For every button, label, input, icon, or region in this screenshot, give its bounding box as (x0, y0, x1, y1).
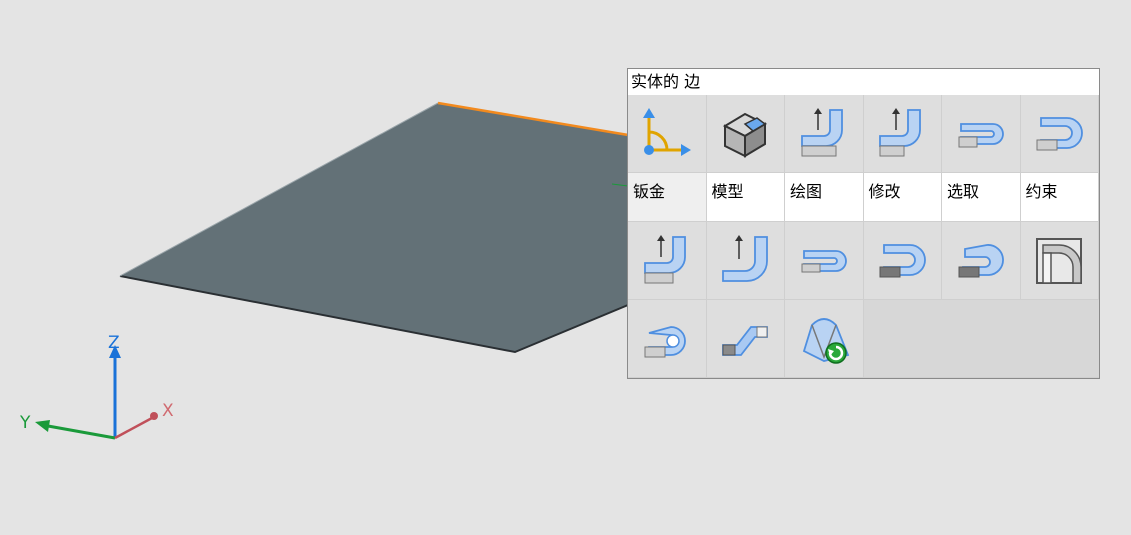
hem-teardrop-icon (958, 243, 1004, 277)
hem-rolled-icon (644, 325, 686, 357)
contour-flange-icon (722, 234, 769, 282)
tab-sheet-metal-icon-cell[interactable] (628, 95, 707, 173)
bend-corner-icon (1036, 237, 1083, 284)
tab-select-icon-cell[interactable] (942, 95, 1021, 173)
tab-constraint-icon-cell[interactable] (1020, 95, 1099, 173)
flange-icon (643, 234, 686, 283)
unfold-icon (802, 317, 849, 364)
panel-title: 实体的 边 (628, 69, 1099, 95)
tool-flange-button[interactable] (628, 222, 707, 300)
hem-constraint-icon (1036, 116, 1084, 150)
tool-jog-button[interactable] (706, 300, 785, 378)
solid-box-icon (723, 112, 768, 158)
tab-modify[interactable]: 修改 (863, 173, 942, 222)
tab-draw[interactable]: 绘图 (785, 173, 864, 222)
ucs-axis-indicator: Z Y X (19, 333, 174, 440)
tool-hem-closed-button[interactable] (863, 222, 942, 300)
tool-hem-rolled-button[interactable] (628, 300, 707, 378)
tab-modify-icon-cell[interactable] (863, 95, 942, 173)
axis-label-y: Y (19, 413, 31, 433)
tool-bend-corner-button[interactable] (1020, 222, 1099, 300)
tool-row-3 (628, 300, 1099, 378)
quad-menu-panel: 实体的 边 钣金 模型 绘图 修改 选取 约束 (627, 68, 1100, 379)
flange-draw-icon (800, 107, 843, 156)
tool-contour-flange-button[interactable] (706, 222, 785, 300)
tab-sheet-metal[interactable]: 钣金 (628, 173, 707, 222)
hem-open-icon (801, 249, 847, 272)
tool-hem-teardrop-button[interactable] (942, 222, 1021, 300)
tool-hem-open-button[interactable] (785, 222, 864, 300)
tool-grid: 钣金 模型 绘图 修改 选取 约束 (628, 95, 1099, 378)
tab-model[interactable]: 模型 (706, 173, 785, 222)
tool-row-2 (628, 222, 1099, 300)
tool-unfold-button[interactable] (785, 300, 864, 378)
tab-select[interactable]: 选取 (942, 173, 1021, 222)
axis-label-z: Z (108, 333, 120, 353)
sheet-metal-plate[interactable] (119, 101, 641, 354)
tab-constraint[interactable]: 约束 (1020, 173, 1099, 222)
hem-closed-icon (879, 243, 927, 277)
tab-model-icon-cell[interactable] (706, 95, 785, 173)
sheet-metal-axis-icon (642, 107, 691, 156)
hem-select-icon (958, 122, 1004, 147)
flange-modify-icon (879, 107, 922, 156)
tab-draw-icon-cell[interactable] (785, 95, 864, 173)
tab-label-row: 钣金 模型 绘图 修改 选取 约束 (628, 173, 1099, 222)
empty-slot (863, 300, 1099, 378)
jog-icon (722, 325, 769, 356)
axis-label-x: X (162, 401, 174, 421)
tab-icon-row (628, 95, 1099, 173)
